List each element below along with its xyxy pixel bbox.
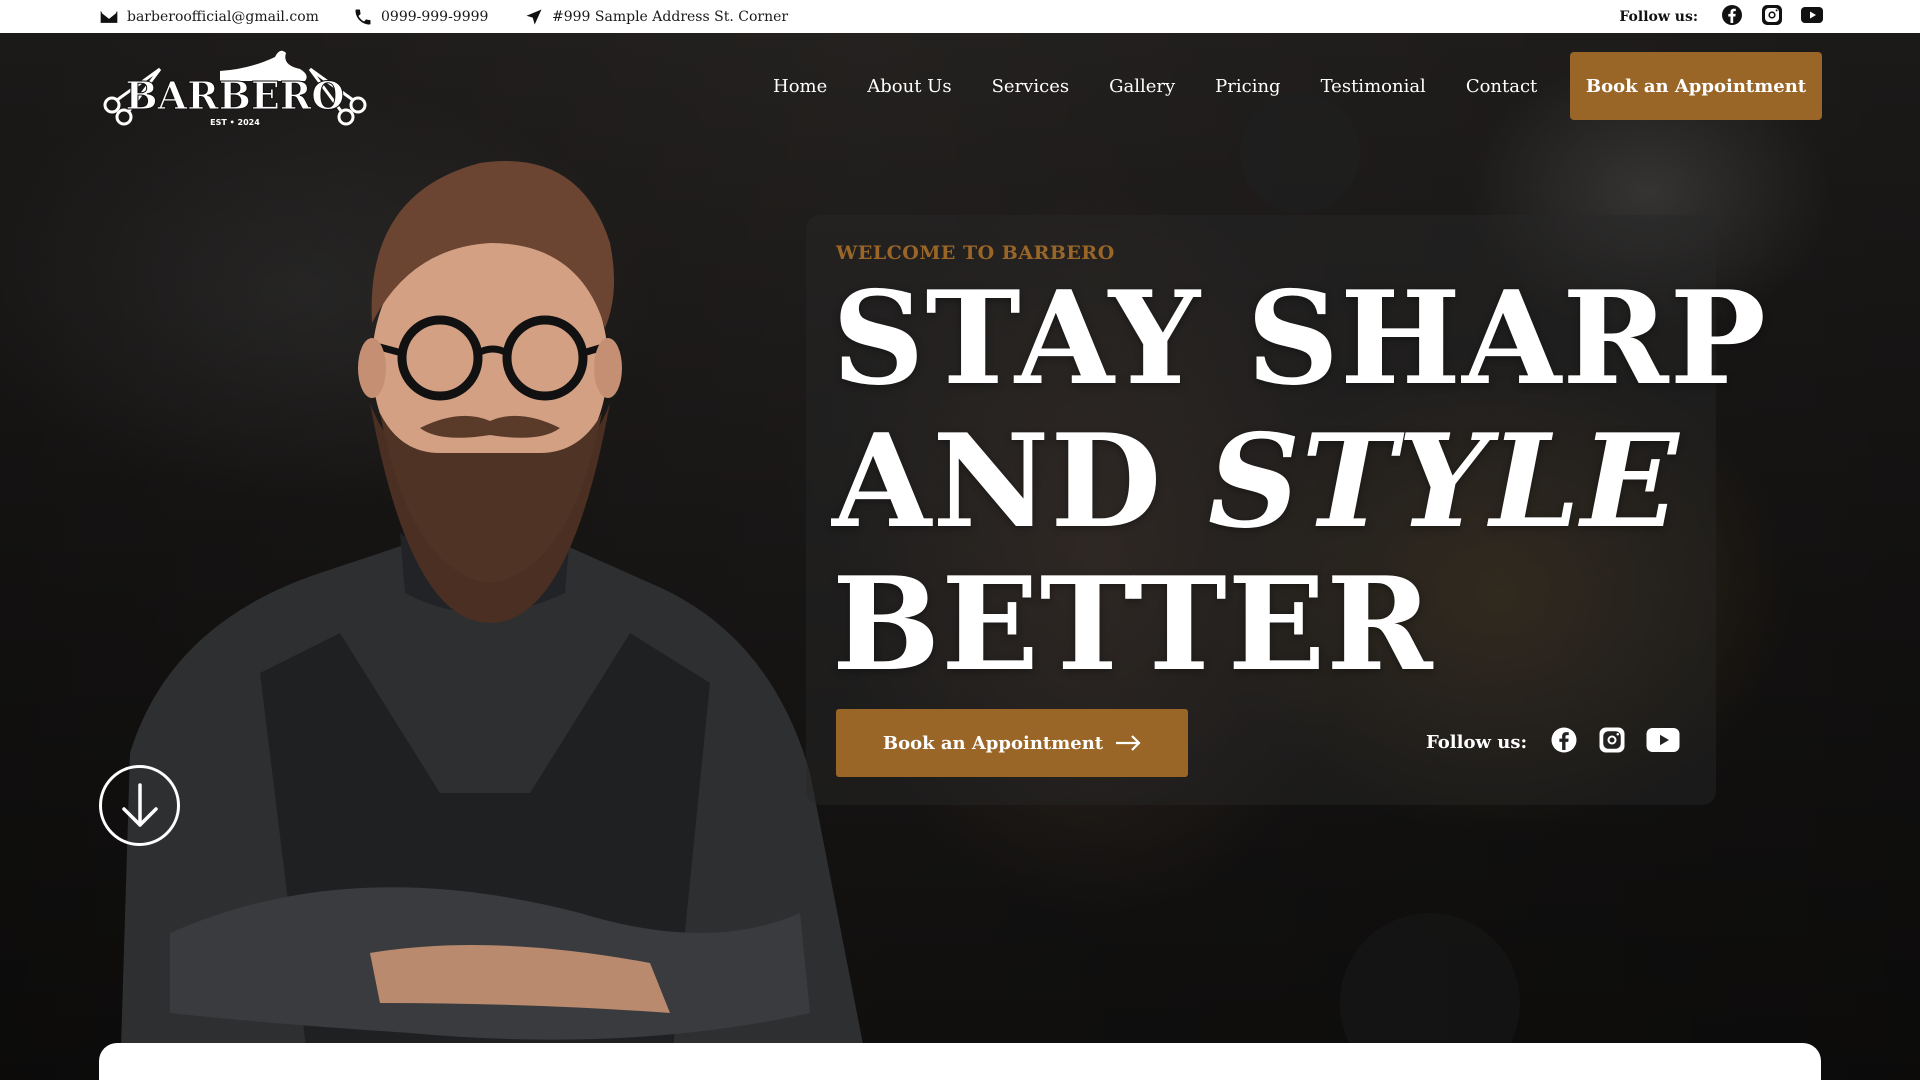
logo-tagline: EST • 2024 (210, 118, 260, 127)
nav-link-contact[interactable]: Contact (1466, 70, 1537, 103)
topbar-follow-label: Follow us: (1619, 8, 1698, 25)
envelope-icon (100, 10, 118, 23)
hero-book-appointment-button[interactable]: Book an Appointment (836, 709, 1188, 777)
scroll-down-button[interactable] (99, 765, 180, 846)
nav-link-testimonial[interactable]: Testimonial (1321, 70, 1426, 103)
hero-follow-label: Follow us: (1426, 731, 1528, 753)
hero-instagram-link[interactable] (1597, 725, 1627, 759)
barber-portrait-image (120, 160, 870, 1080)
hero-eyebrow: WELCOME TO BARBERO (836, 242, 1115, 264)
hero-headline-line3: BETTER (832, 550, 1434, 700)
hero-headline-line2b: STYLE (1207, 407, 1680, 557)
contact-phone[interactable]: 0999-999-9999 (353, 0, 488, 33)
contact-email[interactable]: barberoofficial@gmail.com (99, 0, 319, 33)
header-book-appointment-button[interactable]: Book an Appointment (1570, 52, 1822, 120)
facebook-icon (1722, 4, 1742, 25)
topbar-social: Follow us: (1619, 0, 1824, 33)
facebook-icon (1551, 727, 1577, 753)
nav-link-gallery[interactable]: Gallery (1109, 70, 1175, 103)
hero-book-appointment-label: Book an Appointment (882, 732, 1104, 754)
next-section-card (99, 1043, 1821, 1080)
nav-link-services[interactable]: Services (992, 70, 1069, 103)
contact-email-text: barberoofficial@gmail.com (127, 8, 319, 25)
instagram-icon (1762, 4, 1782, 25)
nav-link-pricing[interactable]: Pricing (1215, 70, 1280, 103)
contact-address[interactable]: #999 Sample Address St. Corner (524, 0, 788, 33)
instagram-icon (1599, 727, 1625, 753)
hero-headline: STAY SHARP AND STYLE BETTER (832, 268, 1767, 697)
hero-headline-line2a: AND (832, 407, 1208, 557)
arrow-right-icon (1116, 735, 1141, 751)
hero-social: Follow us: (1426, 724, 1681, 760)
nav-link-about-us[interactable]: About Us (867, 70, 951, 103)
contact-address-text: #999 Sample Address St. Corner (552, 8, 789, 25)
instagram-link[interactable] (1760, 3, 1784, 31)
youtube-icon (1646, 728, 1680, 752)
top-contact-bar: barberoofficial@gmail.com 0999-999-9999 … (0, 0, 1920, 33)
logo-wordmark: BARBERO (126, 73, 345, 118)
facebook-link[interactable] (1720, 3, 1744, 31)
hero-facebook-link[interactable] (1549, 725, 1579, 759)
arrow-down-icon (121, 782, 158, 827)
nav-link-home[interactable]: Home (773, 70, 827, 103)
location-arrow-icon (526, 9, 542, 24)
hero-youtube-link[interactable] (1645, 725, 1681, 759)
youtube-icon (1801, 6, 1823, 23)
header-book-appointment-label: Book an Appointment (1585, 75, 1807, 97)
phone-icon (355, 9, 371, 24)
contact-phone-text: 0999-999-9999 (381, 8, 489, 25)
hero-headline-line1: STAY SHARP (832, 264, 1767, 414)
youtube-link[interactable] (1800, 3, 1824, 31)
main-navigation: Home About Us Services Gallery Pricing T… (773, 70, 1577, 103)
barbero-logo[interactable]: BARBERO EST • 2024 (100, 47, 370, 132)
